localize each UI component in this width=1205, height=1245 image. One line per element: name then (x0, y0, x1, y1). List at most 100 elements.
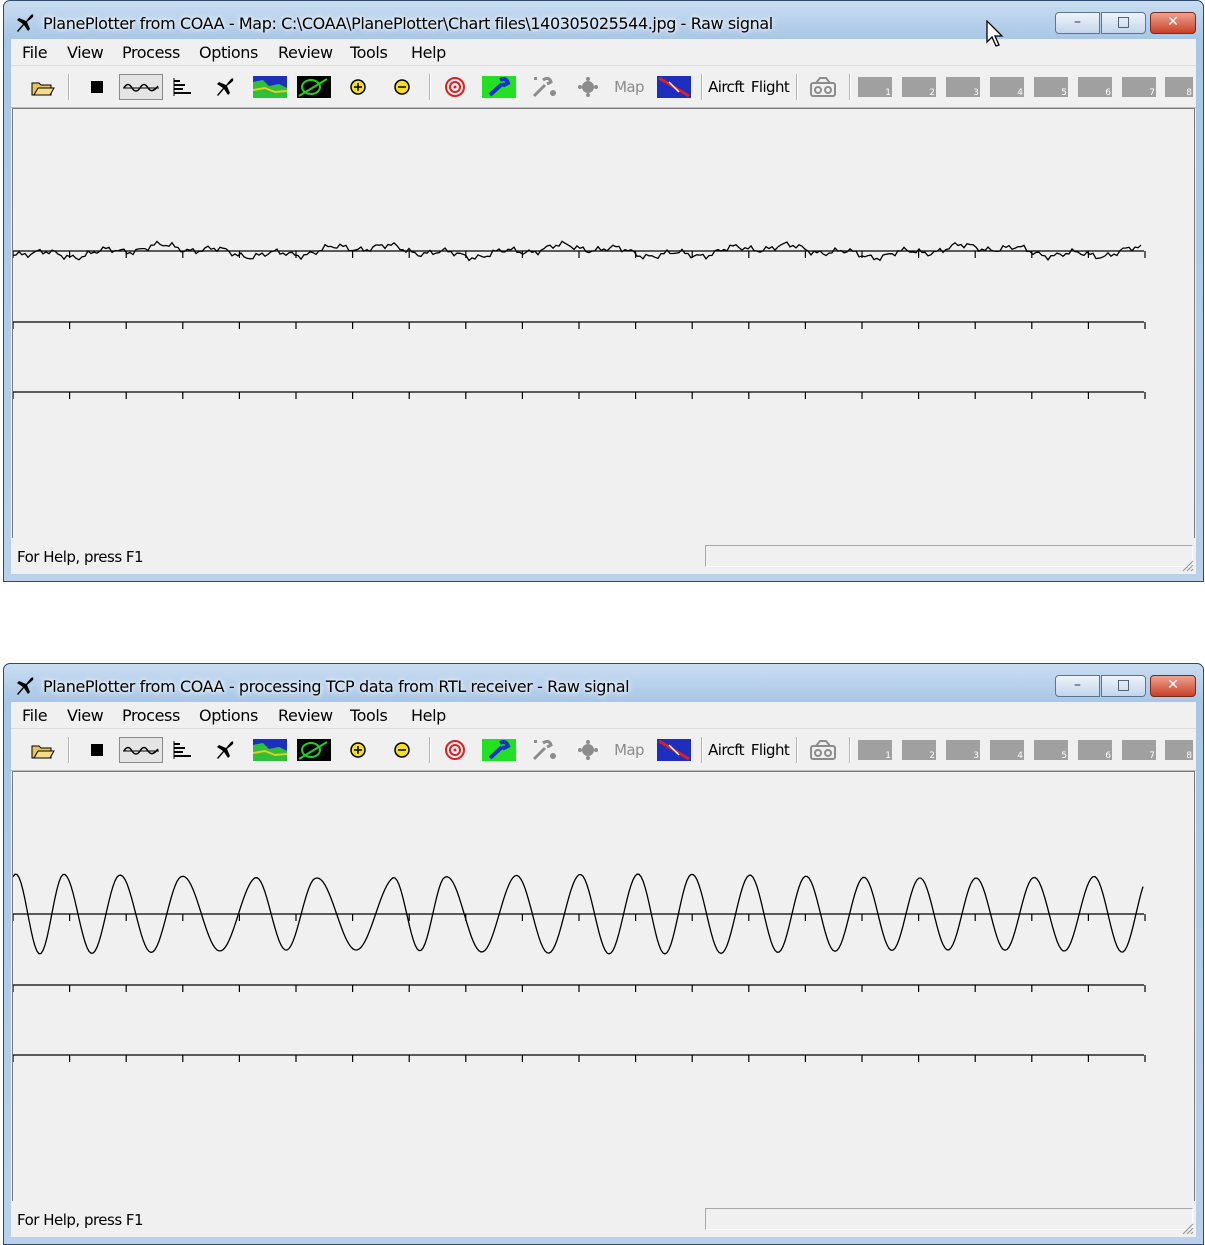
title-bar[interactable]: PlanePlotter from COAA - processing TCP … (4, 664, 1203, 702)
stop-button[interactable] (83, 737, 111, 763)
menu-tools[interactable]: Tools (350, 43, 388, 62)
menu-file[interactable]: File (22, 43, 48, 62)
menu-tools[interactable]: Tools (350, 706, 388, 725)
gear-icon (578, 77, 598, 97)
raw-signal-plot (12, 108, 1195, 540)
histogram-button[interactable] (169, 74, 197, 100)
minimize-button[interactable]: – (1055, 12, 1100, 34)
menu-options[interactable]: Options (199, 706, 258, 725)
map-icon (253, 739, 287, 761)
toolbar-separator (849, 737, 851, 763)
slot-1-button[interactable]: 1 (857, 74, 893, 100)
tools-button[interactable] (529, 74, 559, 100)
title-bar[interactable]: PlanePlotter from COAA - Map: C:\COAA\Pl… (4, 1, 1203, 39)
menu-review[interactable]: Review (278, 43, 333, 62)
setup-button[interactable] (481, 74, 517, 100)
raw-signal-button[interactable] (119, 737, 163, 763)
maximize-icon: □ (1116, 14, 1131, 30)
zoom-out-icon (394, 742, 410, 758)
status-pane (705, 545, 1193, 567)
minimize-button[interactable]: – (1055, 675, 1100, 697)
menu-view[interactable]: View (67, 706, 104, 725)
slot-7-button[interactable]: 7 (1121, 737, 1157, 763)
slot-1-label: 1 (885, 751, 891, 761)
slot-2-button[interactable]: 2 (901, 74, 937, 100)
target-icon (445, 77, 465, 97)
radar-view-button[interactable] (296, 737, 332, 763)
tools-button[interactable] (529, 737, 559, 763)
target-button[interactable] (441, 74, 469, 100)
slot-2-label: 2 (929, 751, 935, 761)
menu-view[interactable]: View (67, 43, 104, 62)
aircraft-button[interactable]: Aircft (707, 737, 745, 763)
radar-icon (297, 739, 331, 761)
setup-button[interactable] (481, 737, 517, 763)
aircraft-label: Aircft (708, 78, 744, 96)
menu-process[interactable]: Process (122, 706, 180, 725)
menu-bar: File View Process Options Review Tools H… (11, 702, 1196, 729)
radar-view-button[interactable] (296, 74, 332, 100)
aircraft-button[interactable]: Aircft (707, 74, 745, 100)
map-download-button[interactable]: Map (613, 74, 645, 100)
flight-button[interactable]: Flight (751, 737, 790, 763)
slot-4-button[interactable]: 4 (989, 737, 1025, 763)
slot-7-button[interactable]: 7 (1121, 74, 1157, 100)
menu-process[interactable]: Process (122, 43, 180, 62)
toolbar-separator (849, 74, 851, 100)
no-map-button[interactable] (656, 74, 692, 100)
slot-4-button[interactable]: 4 (989, 74, 1025, 100)
map-view-button[interactable] (252, 737, 288, 763)
menu-help[interactable]: Help (411, 706, 446, 725)
map-view-button[interactable] (252, 74, 288, 100)
slot-1-button[interactable]: 1 (857, 737, 893, 763)
close-button[interactable]: ✕ (1150, 675, 1196, 697)
window-title: PlanePlotter from COAA - Map: C:\COAA\Pl… (43, 14, 773, 33)
zoom-in-button[interactable] (345, 737, 371, 763)
slot-8-button[interactable]: 8 (1165, 737, 1193, 763)
zoom-out-button[interactable] (389, 74, 415, 100)
resize-grip-icon[interactable] (1180, 1221, 1194, 1235)
open-folder-button[interactable] (29, 74, 57, 100)
stop-button[interactable] (83, 74, 111, 100)
airplane-icon[interactable] (14, 675, 36, 697)
gear-button[interactable] (575, 74, 601, 100)
close-button[interactable]: ✕ (1150, 12, 1196, 34)
slot-3-label: 3 (973, 88, 979, 98)
slot-8-button[interactable]: 8 (1165, 74, 1193, 100)
histogram-button[interactable] (169, 737, 197, 763)
resize-grip-icon[interactable] (1180, 558, 1194, 572)
menu-help[interactable]: Help (411, 43, 446, 62)
map-download-button[interactable]: Map (613, 737, 645, 763)
aircraft-list-button[interactable] (211, 737, 239, 763)
slot-3-button[interactable]: 3 (945, 74, 981, 100)
airplane-icon[interactable] (14, 12, 36, 34)
raw-signal-button[interactable] (119, 74, 163, 100)
slot-3-button[interactable]: 3 (945, 737, 981, 763)
zoom-out-button[interactable] (389, 737, 415, 763)
toolbar: Map Aircft Flight 1 2 3 4 5 6 7 8 (11, 729, 1196, 771)
slot-5-button[interactable]: 5 (1033, 74, 1069, 100)
radio-button[interactable] (808, 737, 838, 763)
mouse-cursor-icon (986, 20, 1004, 47)
slot-2-button[interactable]: 2 (901, 737, 937, 763)
status-bar: For Help, press F1 (11, 538, 1196, 574)
maximize-button[interactable]: □ (1101, 675, 1146, 697)
status-text: For Help, press F1 (17, 1211, 144, 1229)
open-folder-button[interactable] (29, 737, 57, 763)
slot-5-button[interactable]: 5 (1033, 737, 1069, 763)
slot-6-button[interactable]: 6 (1077, 74, 1113, 100)
radio-icon (810, 740, 836, 760)
menu-file[interactable]: File (22, 706, 48, 725)
map-icon (253, 76, 287, 98)
slot-6-button[interactable]: 6 (1077, 737, 1113, 763)
flight-button[interactable]: Flight (751, 74, 790, 100)
no-map-button[interactable] (656, 737, 692, 763)
aircraft-list-button[interactable] (211, 74, 239, 100)
radio-button[interactable] (808, 74, 838, 100)
menu-review[interactable]: Review (278, 706, 333, 725)
menu-options[interactable]: Options (199, 43, 258, 62)
gear-button[interactable] (575, 737, 601, 763)
target-button[interactable] (441, 737, 469, 763)
maximize-button[interactable]: □ (1101, 12, 1146, 34)
zoom-in-button[interactable] (345, 74, 371, 100)
